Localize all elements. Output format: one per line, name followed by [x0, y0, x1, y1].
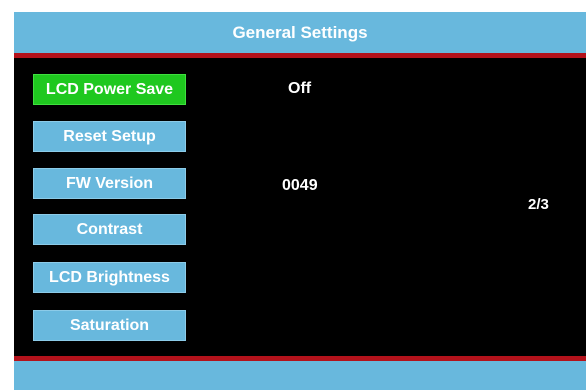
- footer-bar: [14, 361, 586, 390]
- lcd-brightness-button[interactable]: LCD Brightness: [33, 262, 186, 293]
- saturation-button[interactable]: Saturation: [33, 310, 186, 341]
- menu-item-label: Contrast: [76, 220, 143, 238]
- lcd-power-save-button[interactable]: LCD Power Save: [33, 74, 186, 105]
- header-bar: General Settings: [14, 12, 586, 53]
- header-divider: [14, 53, 586, 58]
- menu-item-label: Saturation: [69, 316, 150, 334]
- page-indicator: 2/3: [528, 196, 549, 213]
- settings-screen: General Settings LCD Power Save Reset Se…: [14, 12, 586, 390]
- menu-item-label: Reset Setup: [63, 127, 156, 145]
- lcd-power-save-value: Off: [288, 80, 312, 97]
- page-title: General Settings: [232, 22, 368, 42]
- contrast-button[interactable]: Contrast: [33, 214, 186, 245]
- fw-version-value: 0049: [282, 177, 318, 194]
- menu-item-label: LCD Brightness: [49, 268, 170, 286]
- reset-setup-button[interactable]: Reset Setup: [33, 121, 186, 152]
- menu-item-label: FW Version: [65, 174, 154, 192]
- fw-version-button[interactable]: FW Version: [33, 168, 186, 199]
- menu-item-label: LCD Power Save: [45, 80, 174, 98]
